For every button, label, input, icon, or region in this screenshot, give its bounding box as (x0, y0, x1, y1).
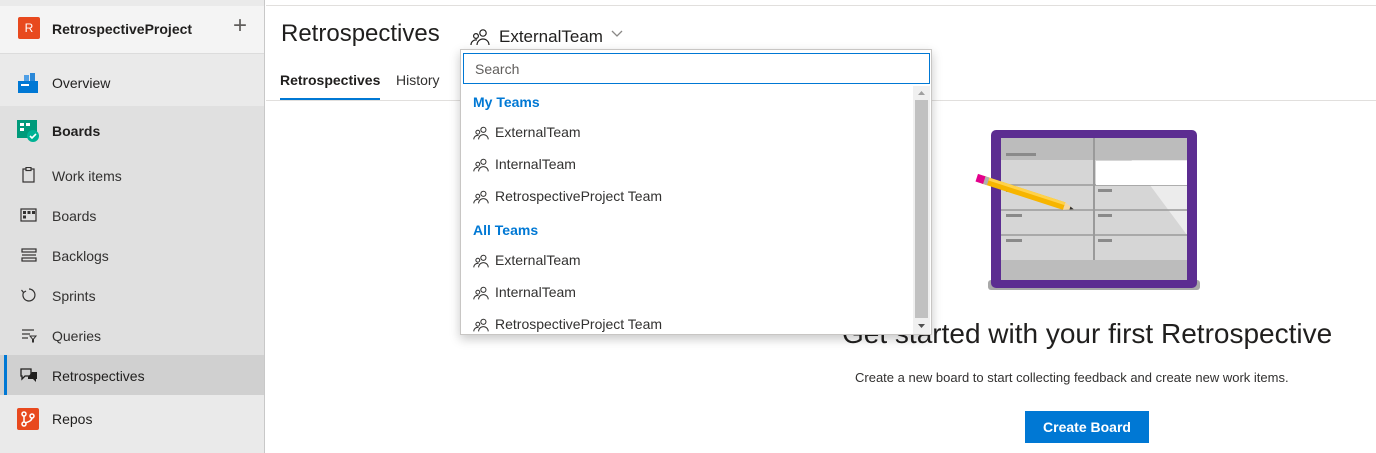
boards-icon (20, 208, 37, 222)
team-option[interactable]: RetrospectiveProject Team (461, 309, 913, 334)
backlogs-icon (21, 248, 37, 262)
team-option-label: RetrospectiveProject Team (495, 188, 663, 204)
team-option-label: InternalTeam (495, 284, 576, 300)
sidebar-item-boards[interactable]: Boards (0, 195, 264, 235)
sidebar-item-overview[interactable]: Overview (0, 60, 264, 106)
team-option[interactable]: InternalTeam (461, 149, 913, 181)
tab-history[interactable]: History (396, 72, 440, 100)
sidebar-item-label: Backlogs (52, 248, 109, 264)
team-search-input[interactable] (463, 53, 930, 84)
sidebar-item-label: Repos (52, 411, 93, 427)
boards-hub-icon (17, 120, 39, 142)
team-icon (470, 29, 490, 46)
team-option-label: RetrospectiveProject Team (495, 316, 663, 332)
overview-icon (18, 73, 38, 93)
sidebar-item-label: Work items (52, 168, 122, 184)
team-option[interactable]: ExternalTeam (461, 117, 913, 149)
boards-section: Boards Work items Boards Backlogs Sprint… (0, 106, 264, 395)
sidebar-item-repos[interactable]: Repos (0, 396, 264, 442)
sidebar-item-work-items[interactable]: Work items (0, 155, 264, 195)
sidebar-item-label: Boards (52, 123, 101, 139)
team-icon (473, 286, 489, 300)
sidebar-item-label: Retrospectives (52, 368, 145, 384)
sidebar-item-label: Sprints (52, 288, 96, 304)
sidebar-item-sprints[interactable]: Sprints (0, 275, 264, 315)
top-divider (266, 5, 1376, 6)
sidebar-item-label: Boards (52, 208, 97, 224)
team-dropdown: My Teams ExternalTeam InternalTeam Retro… (460, 49, 932, 335)
repos-icon (17, 408, 39, 430)
scroll-up-arrow-icon[interactable] (913, 86, 930, 100)
sidebar-item-backlogs[interactable]: Backlogs (0, 235, 264, 275)
sidebar-item-label: Queries (52, 328, 102, 344)
team-icon (473, 126, 489, 140)
dropdown-scrollbar[interactable] (913, 86, 930, 334)
team-option[interactable]: InternalTeam (461, 277, 913, 309)
board-illustration (975, 130, 1200, 290)
team-icon (473, 318, 489, 332)
sidebar-item-boards-hub[interactable]: Boards (0, 108, 264, 154)
team-icon (473, 158, 489, 172)
scroll-down-arrow-icon[interactable] (913, 319, 930, 333)
chevron-down-icon (611, 30, 623, 37)
add-icon[interactable]: + (228, 12, 252, 40)
team-option[interactable]: ExternalTeam (461, 245, 913, 277)
empty-state-description: Create a new board to start collecting f… (855, 370, 1289, 385)
all-teams-header: All Teams (473, 222, 539, 238)
team-option-label: ExternalTeam (495, 124, 581, 140)
queries-icon (22, 329, 38, 343)
sprints-icon (21, 288, 36, 302)
sidebar-item-retrospectives[interactable]: Retrospectives (0, 355, 264, 395)
project-name[interactable]: RetrospectiveProject (52, 21, 192, 37)
team-option-label: ExternalTeam (495, 252, 581, 268)
team-icon (473, 190, 489, 204)
page-title: Retrospectives (281, 20, 440, 47)
project-avatar: R (18, 17, 40, 39)
app-root: R RetrospectiveProject + Overview Boards… (0, 0, 1376, 453)
work-items-icon (22, 167, 35, 183)
sidebar-item-label: Overview (52, 75, 111, 91)
team-option[interactable]: RetrospectiveProject Team (461, 181, 913, 213)
team-icon (473, 254, 489, 268)
create-board-button[interactable]: Create Board (1025, 411, 1149, 443)
retrospectives-icon (20, 368, 37, 382)
sidebar: R RetrospectiveProject + Overview Boards… (0, 0, 265, 453)
tab-retrospectives[interactable]: Retrospectives (280, 72, 381, 100)
team-option-label: InternalTeam (495, 156, 576, 172)
scrollbar-thumb[interactable] (915, 100, 928, 318)
project-header[interactable]: R RetrospectiveProject + (0, 6, 264, 54)
team-picker-label: ExternalTeam (499, 27, 603, 46)
sidebar-item-queries[interactable]: Queries (0, 315, 264, 355)
my-teams-header: My Teams (473, 94, 540, 110)
